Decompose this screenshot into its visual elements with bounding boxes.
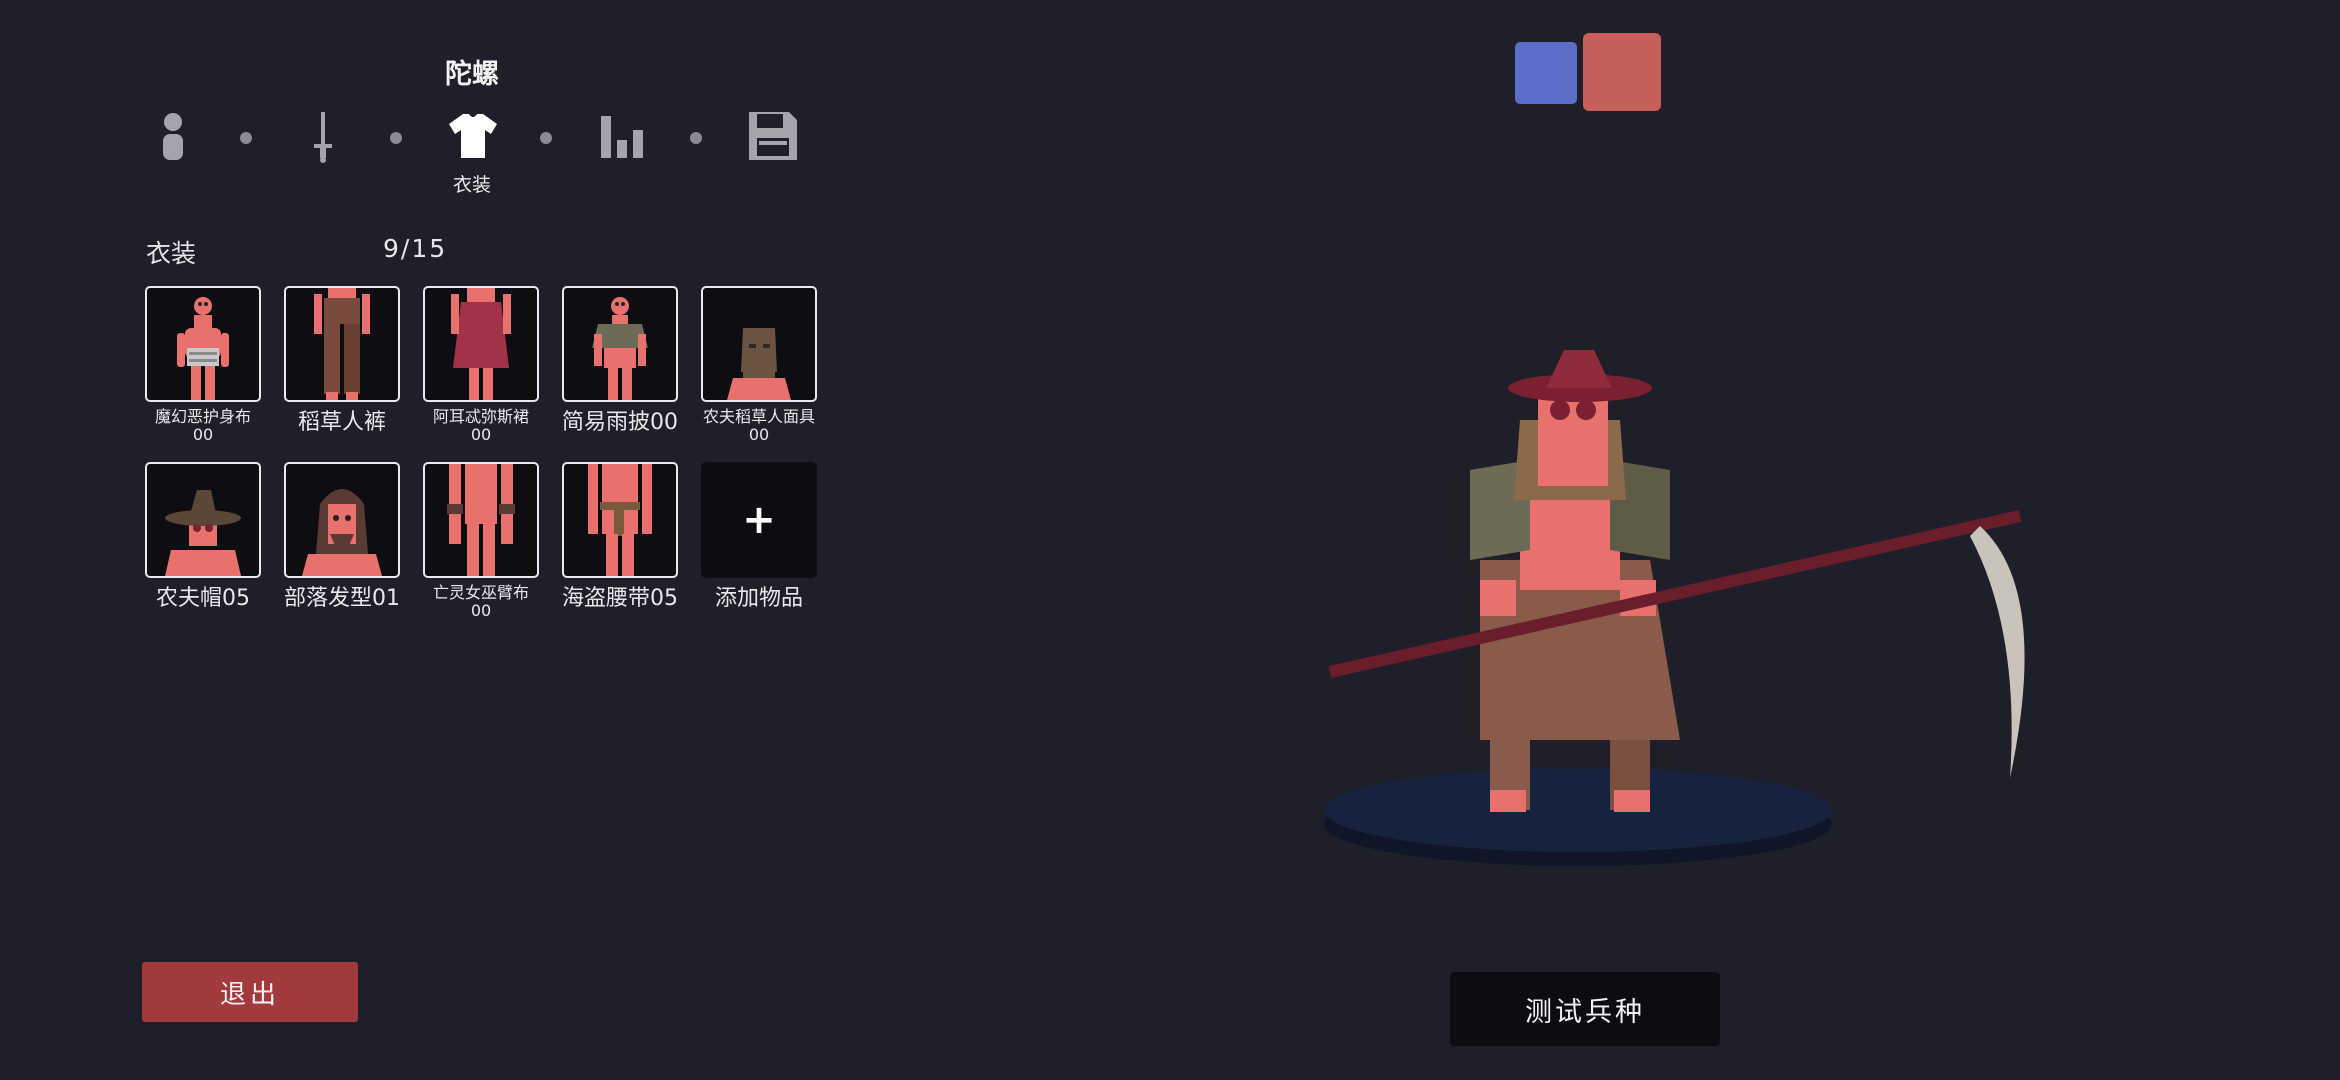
pedestal-top — [1324, 768, 1832, 852]
item-name: 农夫稻草人面具 — [702, 407, 815, 426]
scythe-blade — [1970, 526, 2025, 778]
exit-button[interactable]: 退出 — [142, 962, 358, 1022]
add-item-button[interactable]: + 添加物品 — [701, 462, 817, 611]
section-label: 衣装 — [146, 239, 197, 268]
clothing-item[interactable]: 魔幻恶护身布 00 — [145, 286, 261, 445]
plus-icon: + — [701, 462, 817, 578]
clothing-thumbnail — [562, 286, 678, 402]
clothing-thumbnail — [145, 286, 261, 402]
clothing-item[interactable]: 简易雨披00 — [562, 286, 678, 435]
step-separator-dot — [540, 132, 552, 144]
save-icon[interactable] — [745, 108, 801, 164]
clothing-item[interactable]: 阿耳忒弥斯裙 00 — [423, 286, 539, 445]
item-name: 魔幻恶护身布 — [154, 407, 251, 426]
item-name: 阿耳忒弥斯裙 — [432, 407, 529, 426]
step-separator-dot — [690, 132, 702, 144]
item-name-variant: 00 — [470, 601, 492, 621]
scythe-staff — [1328, 510, 2022, 678]
item-name: 稻草人裤 — [297, 410, 386, 435]
team-red-swatch[interactable] — [1583, 33, 1661, 111]
item-name: 简易雨披00 — [562, 410, 678, 435]
sword-icon[interactable] — [295, 108, 351, 164]
editor-step-bar — [145, 108, 805, 168]
stats-icon[interactable] — [595, 108, 651, 164]
clothing-item[interactable]: 农夫帽05 — [145, 462, 261, 611]
team-blue-swatch[interactable] — [1515, 42, 1577, 104]
clothing-thumbnail — [562, 462, 678, 578]
item-name-variant: 00 — [192, 425, 214, 445]
item-name: 亡灵女巫臂布 — [432, 583, 529, 602]
step-separator-dot — [390, 132, 402, 144]
person-icon[interactable] — [145, 108, 201, 164]
test-unit-button[interactable]: 测试兵种 — [1450, 972, 1720, 1046]
clothing-thumbnail — [423, 462, 539, 578]
unit-preview[interactable] — [1320, 330, 2060, 890]
clothing-thumbnail — [423, 286, 539, 402]
add-item-label: 添加物品 — [714, 586, 803, 611]
item-name: 海盗腰带05 — [562, 586, 678, 611]
clothing-item[interactable]: 海盗腰带05 — [562, 462, 678, 611]
item-name-variant: 00 — [470, 425, 492, 445]
clothing-thumbnail — [284, 286, 400, 402]
clothing-thumbnail — [701, 286, 817, 402]
clothing-slot-count: 9/15 — [383, 234, 448, 263]
item-name: 部落发型01 — [284, 586, 400, 611]
item-name: 农夫帽05 — [156, 586, 250, 611]
clothing-item[interactable]: 稻草人裤 — [284, 286, 400, 435]
clothing-thumbnail — [284, 462, 400, 578]
item-name-variant: 00 — [748, 425, 770, 445]
active-step-label: 衣装 — [452, 174, 491, 196]
clothing-item[interactable]: 亡灵女巫臂布 00 — [423, 462, 539, 621]
clothing-thumbnail — [145, 462, 261, 578]
clothing-item[interactable]: 农夫稻草人面具 00 — [701, 286, 817, 445]
shirt-icon[interactable] — [445, 108, 501, 164]
clothing-item[interactable]: 部落发型01 — [284, 462, 400, 611]
step-separator-dot — [240, 132, 252, 144]
unit-name-title: 陀螺 — [445, 59, 499, 90]
